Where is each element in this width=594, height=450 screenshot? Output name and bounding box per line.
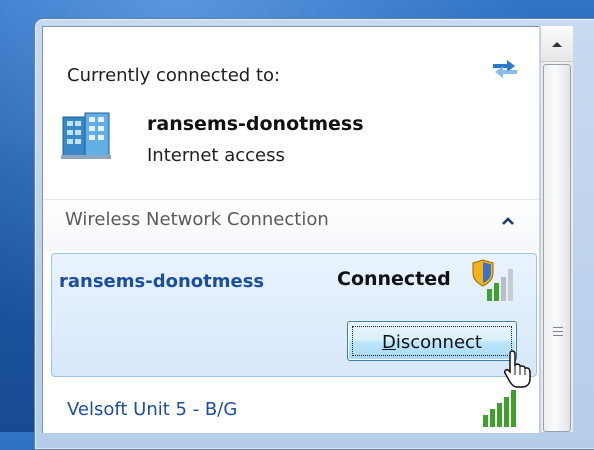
connected-network-name: ransems-donotmess [147, 113, 364, 135]
network-item-status: Connected [337, 268, 451, 290]
disconnect-label-rest: isconnect [395, 331, 482, 353]
refresh-icon[interactable] [489, 55, 521, 79]
connected-network-access: Internet access [147, 145, 285, 166]
hand-cursor-icon [504, 350, 531, 388]
network-flyout-panel: Currently connected to: ransems-donotmes… [42, 26, 539, 433]
scroll-grip-icon [553, 327, 563, 341]
network-item-name[interactable]: Velsoft Unit 5 - B/G [67, 399, 237, 420]
currently-connected-heading: Currently connected to: [67, 65, 281, 86]
section-title[interactable]: Wireless Network Connection [65, 209, 329, 230]
scroll-up-button[interactable] [541, 26, 573, 62]
arrow-up-icon [552, 42, 562, 47]
disconnect-button[interactable]: Disconnect [347, 321, 517, 361]
network-building-icon [61, 112, 111, 159]
access-key-letter: D [381, 331, 396, 353]
divider [43, 199, 539, 200]
vertical-scrollbar[interactable] [540, 26, 573, 432]
scroll-thumb[interactable] [543, 64, 571, 432]
disconnect-label: Disconnect [382, 332, 482, 353]
signal-secured-icon [472, 259, 513, 301]
network-item-name[interactable]: ransems-donotmess [59, 271, 264, 292]
signal-full-icon [483, 390, 516, 427]
chevron-up-icon[interactable] [501, 215, 515, 227]
